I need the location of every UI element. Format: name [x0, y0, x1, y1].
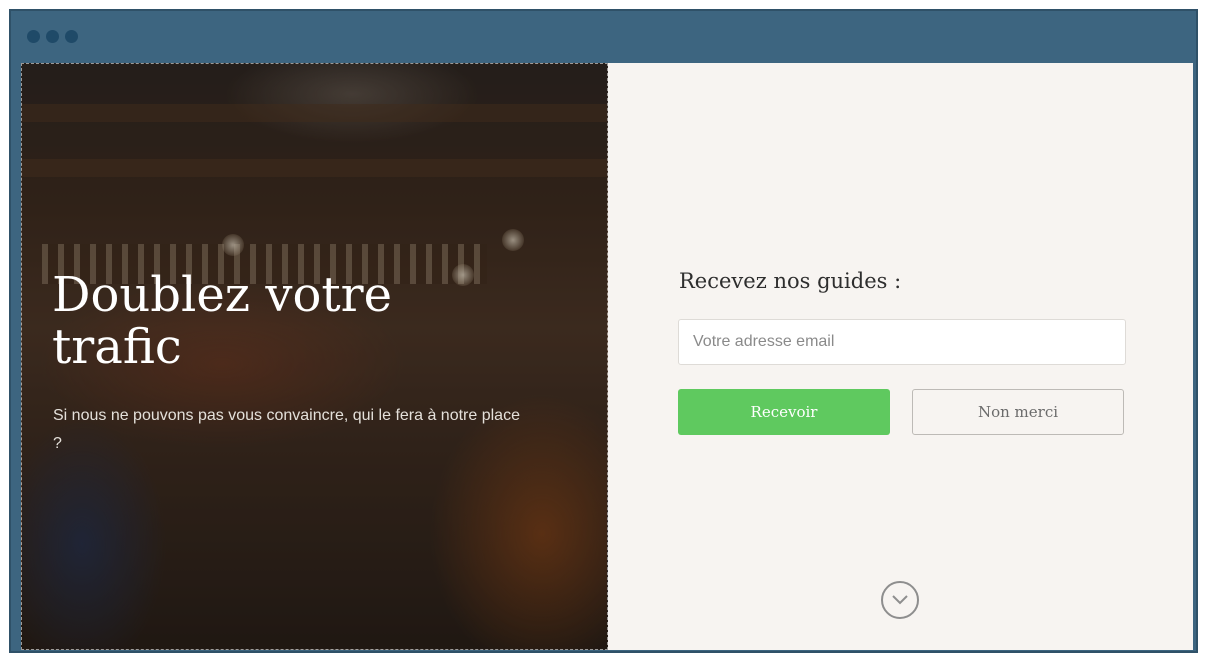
form-title: Recevez nos guides :: [679, 269, 902, 293]
decline-button[interactable]: Non merci: [912, 389, 1124, 435]
hero-section: Doublez votre trafic Si nous ne pouvons …: [21, 63, 608, 650]
window-dot-icon[interactable]: [46, 30, 59, 43]
browser-window: Doublez votre trafic Si nous ne pouvons …: [9, 9, 1198, 653]
submit-button[interactable]: Recevoir: [678, 389, 890, 435]
page-content: Doublez votre trafic Si nous ne pouvons …: [21, 63, 1193, 650]
hero-subtitle: Si nous ne pouvons pas vous convaincre, …: [53, 407, 520, 452]
signup-panel: Recevez nos guides : Recevoir Non merci: [608, 63, 1193, 650]
chevron-down-icon[interactable]: [881, 581, 919, 619]
email-input[interactable]: [678, 319, 1126, 365]
window-titlebar: [11, 11, 1196, 63]
hero-title: Doublez votre trafic: [52, 267, 392, 375]
window-dot-icon[interactable]: [27, 30, 40, 43]
window-dot-icon[interactable]: [65, 30, 78, 43]
